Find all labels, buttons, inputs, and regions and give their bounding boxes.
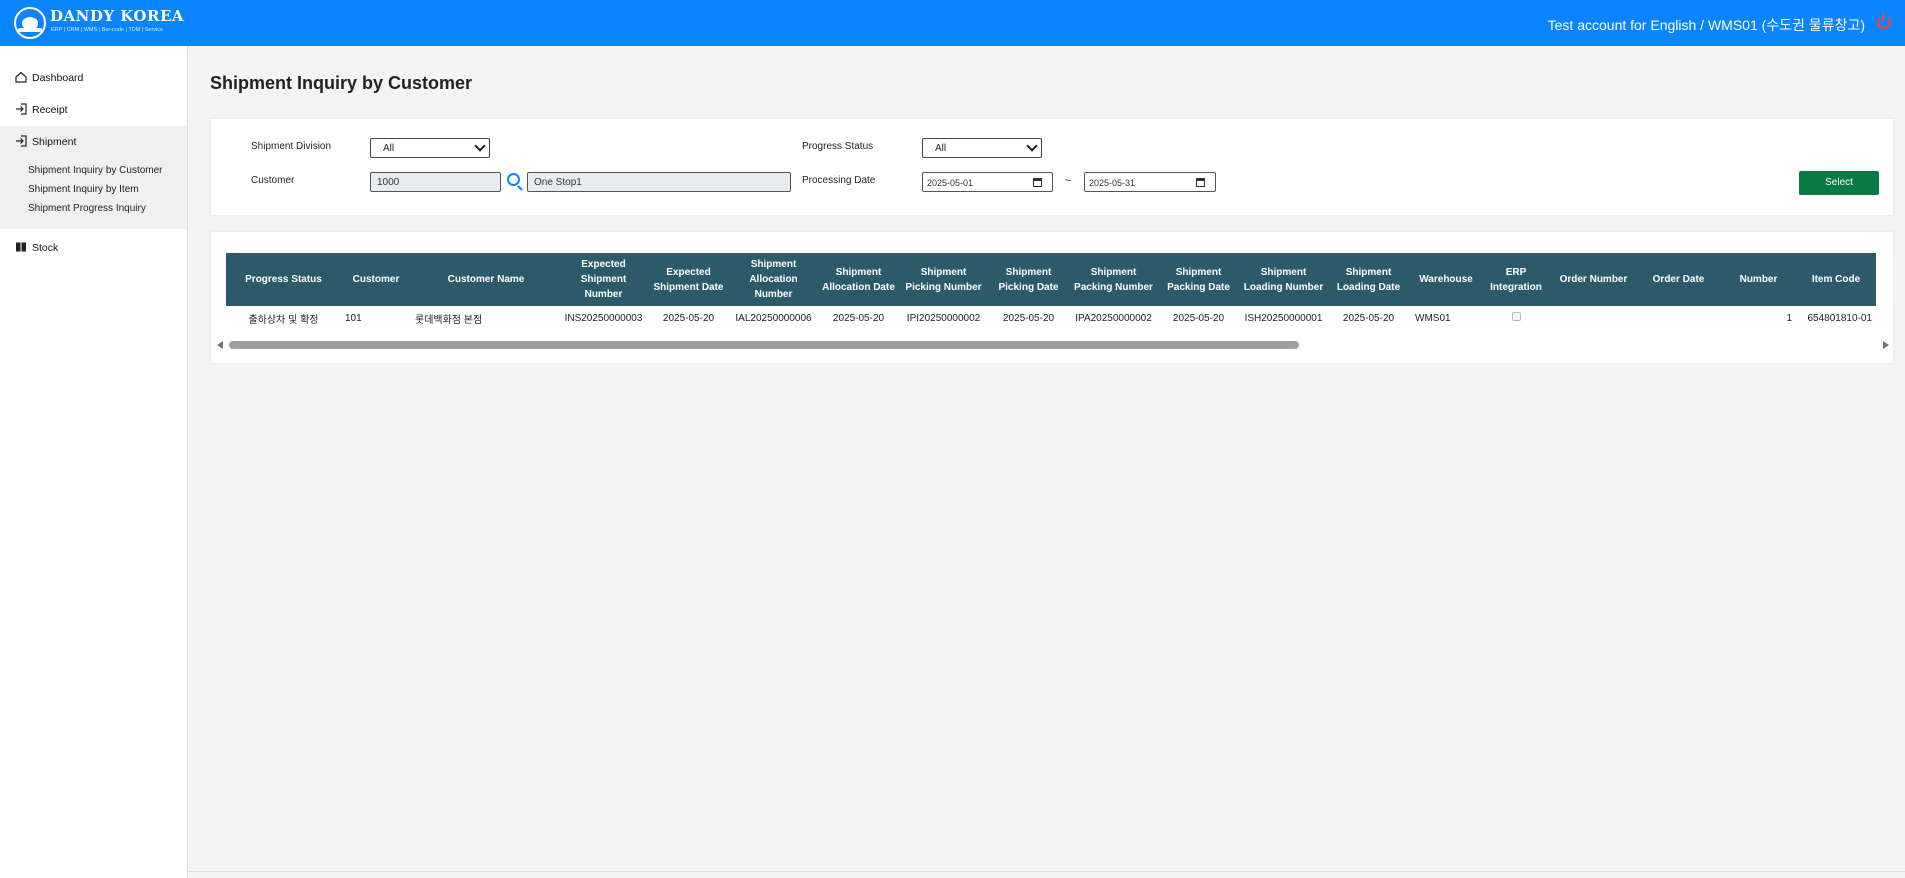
column-header[interactable]: Shipment Loading Number (1241, 253, 1326, 306)
customer-code-input[interactable]: 1000 (370, 172, 501, 192)
column-header[interactable]: Number (1721, 253, 1796, 306)
column-header[interactable]: Expected Shipment Date (646, 253, 731, 306)
column-header[interactable]: Warehouse (1411, 253, 1481, 306)
results-grid-panel: Progress Status Customer Customer Name E… (210, 231, 1894, 364)
date-to-value: 2025-05-31 (1089, 178, 1136, 188)
cell-warehouse: WMS01 (1415, 312, 1451, 324)
home-icon (15, 71, 27, 83)
date-range-separator: ~ (1065, 175, 1072, 187)
cell-picking-number: IPI20250000002 (906, 312, 981, 324)
date-from-input[interactable]: 2025-05-01 (922, 172, 1053, 192)
shipment-division-label: Shipment Division (251, 141, 332, 152)
page-title: Shipment Inquiry by Customer (210, 73, 473, 93)
cell-number: 1 (1786, 312, 1792, 324)
chevron-down-icon (474, 140, 486, 152)
column-header[interactable]: Customer (341, 253, 411, 306)
search-icon[interactable] (507, 173, 520, 186)
brand-logo[interactable]: DANDY KOREA ERP | CRM | WMS | Bar-code |… (14, 7, 184, 39)
column-header[interactable]: Expected Shipment Number (561, 253, 646, 306)
customer-name-input[interactable]: One Stop1 (527, 172, 791, 192)
table-header-row: Progress Status Customer Customer Name E… (226, 253, 1876, 306)
calendar-icon[interactable] (1196, 178, 1205, 187)
column-header[interactable]: Order Number (1551, 253, 1636, 306)
column-header[interactable]: Shipment Allocation Number (731, 253, 816, 306)
column-header[interactable]: Shipment Picking Date (986, 253, 1071, 306)
progress-status-value: All (935, 143, 947, 154)
brand-tagline: ERP | CRM | WMS | Bar-code | TDM | Servi… (51, 27, 164, 33)
column-header[interactable]: Shipment Allocation Date (816, 253, 901, 306)
date-to-input[interactable]: 2025-05-31 (1084, 172, 1216, 192)
cell-customer: 101 (345, 312, 362, 324)
cell-loading-date: 2025-05-20 (1342, 312, 1395, 324)
horizontal-scrollbar-thumb[interactable] (229, 341, 1299, 349)
column-header[interactable]: ERP Integration (1481, 253, 1551, 306)
column-header[interactable]: Item Code (1796, 253, 1876, 306)
cell-customer-name: 롯데백화점 본점 (415, 314, 483, 326)
cell-loading-number: ISH20250000001 (1244, 312, 1323, 324)
column-header[interactable]: Shipment Loading Date (1326, 253, 1411, 306)
submenu-shipment-progress-inquiry[interactable]: Shipment Progress Inquiry (28, 203, 146, 214)
cell-erp-integration (1481, 306, 1551, 330)
scroll-left-arrow-icon[interactable] (217, 341, 223, 349)
cell-expected-shipment-number: INS20250000003 (564, 312, 643, 324)
cell-packing-date: 2025-05-20 (1172, 312, 1225, 324)
cell-item-code: 654801810-01 (1807, 312, 1872, 324)
logout-power-icon[interactable] (1877, 13, 1891, 29)
calendar-icon[interactable] (1033, 178, 1042, 187)
scroll-right-arrow-icon[interactable] (1883, 341, 1889, 349)
submenu-shipment-inquiry-by-item[interactable]: Shipment Inquiry by Item (28, 184, 139, 195)
sign-in-icon (16, 135, 27, 147)
results-grid[interactable]: Progress Status Customer Customer Name E… (226, 253, 1895, 340)
top-bar: DANDY KOREA ERP | CRM | WMS | Bar-code |… (0, 0, 1905, 46)
customer-label: Customer (251, 175, 295, 186)
cell-order-number (1551, 306, 1636, 330)
cell-packing-number: IPA20250000002 (1075, 312, 1152, 324)
column-header[interactable]: Shipment Packing Number (1071, 253, 1156, 306)
column-header[interactable]: Order Date (1636, 253, 1721, 306)
submenu-shipment-inquiry-by-customer[interactable]: Shipment Inquiry by Customer (28, 165, 163, 176)
cell-progress-status: 출하상차 및 확정 (248, 314, 319, 326)
sidebar-item-shipment[interactable]: Shipment (0, 130, 187, 154)
cell-picking-date: 2025-05-20 (1002, 312, 1055, 324)
filter-panel: Shipment Division All Progress Status Al… (210, 118, 1894, 216)
book-icon (16, 242, 26, 252)
sidebar-item-stock[interactable]: Stock (0, 236, 187, 260)
date-from-value: 2025-05-01 (927, 178, 974, 188)
column-header[interactable]: Shipment Packing Date (1156, 253, 1241, 306)
progress-status-select[interactable]: All (922, 138, 1042, 158)
select-button[interactable]: Select (1799, 171, 1879, 195)
shipment-division-select[interactable]: All (370, 138, 490, 158)
sidebar-item-label: Dashboard (32, 72, 84, 84)
chevron-down-icon (1026, 140, 1038, 152)
erp-integration-checkbox[interactable] (1511, 312, 1521, 321)
results-table: Progress Status Customer Customer Name E… (226, 253, 1876, 330)
column-header[interactable]: Shipment Picking Number (901, 253, 986, 306)
sidebar: Dashboard Receipt Shipment Shipment Inqu… (0, 46, 188, 878)
cell-allocation-date: 2025-05-20 (832, 312, 885, 324)
shipment-division-value: All (383, 143, 395, 154)
column-header[interactable]: Progress Status (226, 253, 341, 306)
sidebar-item-receipt[interactable]: Receipt (0, 98, 187, 122)
sidebar-item-label: Shipment (32, 136, 77, 148)
progress-status-label: Progress Status (802, 141, 874, 152)
sidebar-item-label: Stock (32, 242, 59, 254)
user-account-info: Test account for English / WMS01 (수도권 물류… (1547, 17, 1865, 33)
footer-divider (188, 871, 1905, 872)
sidebar-item-label: Receipt (32, 104, 68, 116)
sidebar-item-dashboard[interactable]: Dashboard (0, 66, 187, 90)
cell-order-date (1636, 306, 1721, 330)
sign-in-icon (16, 103, 27, 115)
column-header[interactable]: Customer Name (411, 253, 561, 306)
cell-expected-shipment-date: 2025-05-20 (662, 312, 715, 324)
table-row[interactable]: 출하상차 및 확정 101 롯데백화점 본점 INS20250000003 20… (226, 306, 1876, 330)
brand-name: DANDY KOREA (50, 7, 185, 25)
cell-allocation-number: IAL20250000006 (735, 312, 812, 324)
processing-date-label: Processing Date (802, 175, 876, 186)
logo-icon (14, 7, 46, 39)
